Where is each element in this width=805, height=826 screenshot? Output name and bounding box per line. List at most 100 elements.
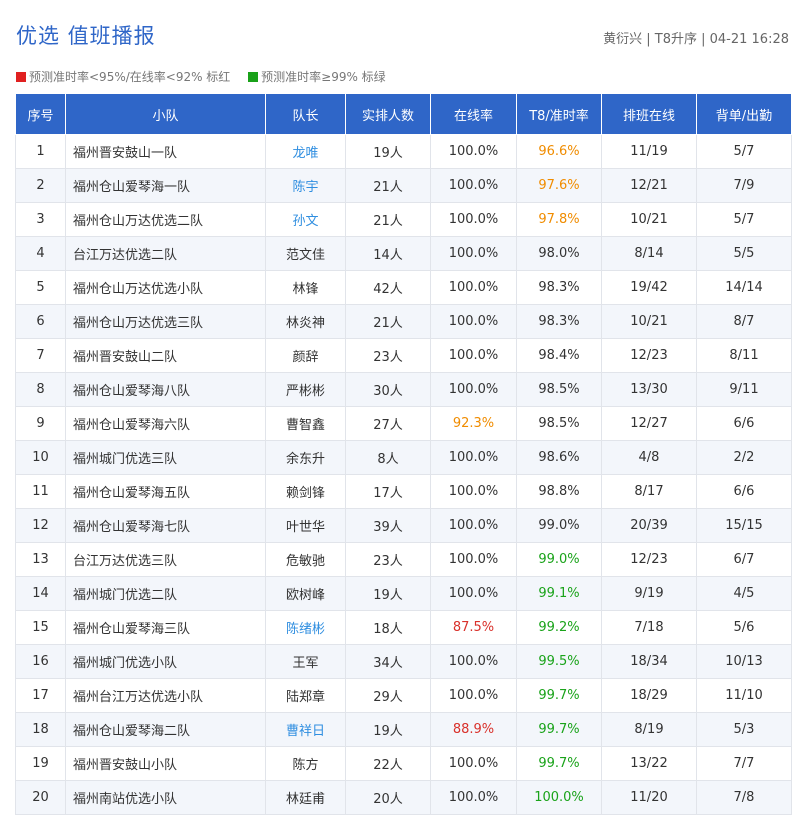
cell-leader: 林廷甫 [265,780,346,815]
cell-t8-rate: 98.4% [516,338,602,373]
cell-online-rate: 100.0% [430,168,517,203]
cell-no: 7 [15,338,66,373]
cell-leader: 林炎神 [265,304,346,339]
cell-leader: 陈方 [265,746,346,781]
cell-schedule-online: 13/22 [601,746,697,781]
table-row: 7 福州晋安鼓山二队 颜辞 23人 100.0% 98.4% 12/23 8/11 [15,338,792,373]
cell-leader: 欧树峰 [265,576,346,611]
cell-back-attendance: 8/7 [696,304,792,339]
cell-back-attendance: 4/5 [696,576,792,611]
cell-staff: 14人 [345,236,431,271]
cell-staff: 22人 [345,746,431,781]
col-header-staff: 实排人数 [345,93,431,135]
cell-leader: 范文佳 [265,236,346,271]
cell-staff: 29人 [345,678,431,713]
cell-team: 福州城门优选小队 [65,644,266,679]
cell-back-attendance: 9/11 [696,372,792,407]
cell-online-rate: 100.0% [430,746,517,781]
legend-red-swatch [16,71,26,82]
cell-schedule-online: 8/19 [601,712,697,747]
cell-team: 福州城门优选三队 [65,440,266,475]
cell-team: 福州仓山爱琴海二队 [65,712,266,747]
cell-t8-rate: 99.1% [516,576,602,611]
cell-team: 福州城门优选二队 [65,576,266,611]
cell-no: 15 [15,610,66,645]
cell-schedule-online: 19/42 [601,270,697,305]
cell-schedule-online: 4/8 [601,440,697,475]
cell-t8-rate: 99.7% [516,746,602,781]
col-header-schedule-online: 排班在线 [601,93,697,135]
cell-no: 3 [15,202,66,237]
cell-back-attendance: 7/9 [696,168,792,203]
col-header-t8-rate: T8/准时率 [516,93,602,135]
cell-schedule-online: 12/23 [601,542,697,577]
cell-online-rate: 100.0% [430,644,517,679]
cell-team: 福州仓山万达优选二队 [65,202,266,237]
cell-back-attendance: 8/11 [696,338,792,373]
cell-staff: 42人 [345,270,431,305]
legend: 预测准时率<95%/在线率<92% 标红 预测准时率≥99% 标绿 [16,68,400,85]
table-row: 18 福州仓山爱琴海二队 曹祥日 19人 88.9% 99.7% 8/19 5/3 [15,712,792,747]
cell-t8-rate: 96.6% [516,134,602,169]
table-row: 3 福州仓山万达优选二队 孙文 21人 100.0% 97.8% 10/21 5/7 [15,202,792,237]
cell-schedule-online: 10/21 [601,304,697,339]
cell-leader[interactable]: 陈宇 [265,168,346,203]
cell-online-rate: 100.0% [430,678,517,713]
cell-staff: 34人 [345,644,431,679]
cell-no: 17 [15,678,66,713]
cell-leader: 赖剑锋 [265,474,346,509]
cell-team: 福州仓山爱琴海三队 [65,610,266,645]
cell-t8-rate: 98.5% [516,406,602,441]
cell-staff: 21人 [345,168,431,203]
cell-online-rate: 87.5% [430,610,517,645]
col-header-online-rate: 在线率 [430,93,517,135]
cell-t8-rate: 98.3% [516,304,602,339]
cell-t8-rate: 99.0% [516,542,602,577]
cell-schedule-online: 8/14 [601,236,697,271]
cell-team: 福州晋安鼓山小队 [65,746,266,781]
cell-online-rate: 88.9% [430,712,517,747]
cell-t8-rate: 98.6% [516,440,602,475]
cell-team: 福州仓山万达优选小队 [65,270,266,305]
cell-leader: 严彬彬 [265,372,346,407]
table-row: 1 福州晋安鼓山一队 龙唯 19人 100.0% 96.6% 11/19 5/7 [15,134,792,169]
cell-leader[interactable]: 龙唯 [265,134,346,169]
cell-schedule-online: 12/23 [601,338,697,373]
table-row: 14 福州城门优选二队 欧树峰 19人 100.0% 99.1% 9/19 4/5 [15,576,792,611]
cell-back-attendance: 5/6 [696,610,792,645]
table-row: 9 福州仓山爱琴海六队 曹智鑫 27人 92.3% 98.5% 12/27 6/6 [15,406,792,441]
cell-team: 福州仓山爱琴海七队 [65,508,266,543]
cell-no: 20 [15,780,66,815]
page-title: 优选 值班播报 [16,24,156,48]
cell-no: 19 [15,746,66,781]
cell-t8-rate: 99.7% [516,678,602,713]
cell-no: 14 [15,576,66,611]
cell-leader: 危敏驰 [265,542,346,577]
cell-t8-rate: 97.8% [516,202,602,237]
cell-t8-rate: 98.8% [516,474,602,509]
table-row: 8 福州仓山爱琴海八队 严彬彬 30人 100.0% 98.5% 13/30 9/11 [15,372,792,407]
cell-schedule-online: 9/19 [601,576,697,611]
table-row: 12 福州仓山爱琴海七队 叶世华 39人 100.0% 99.0% 20/39 15/15 [15,508,792,543]
cell-online-rate: 100.0% [430,474,517,509]
cell-schedule-online: 10/21 [601,202,697,237]
cell-t8-rate: 99.7% [516,712,602,747]
cell-online-rate: 92.3% [430,406,517,441]
cell-leader[interactable]: 曹祥日 [265,712,346,747]
cell-leader[interactable]: 孙文 [265,202,346,237]
cell-team: 福州仓山爱琴海五队 [65,474,266,509]
table-row: 19 福州晋安鼓山小队 陈方 22人 100.0% 99.7% 13/22 7/7 [15,746,792,781]
cell-team: 福州仓山爱琴海八队 [65,372,266,407]
cell-no: 6 [15,304,66,339]
cell-staff: 30人 [345,372,431,407]
col-header-leader: 队长 [265,93,346,135]
cell-leader: 曹智鑫 [265,406,346,441]
cell-t8-rate: 98.0% [516,236,602,271]
cell-leader[interactable]: 陈绪彬 [265,610,346,645]
legend-item-red: 预测准时率<95%/在线率<92% 标红 [16,68,230,85]
cell-staff: 17人 [345,474,431,509]
table-row: 16 福州城门优选小队 王军 34人 100.0% 99.5% 18/34 10/13 [15,644,792,679]
cell-back-attendance: 6/6 [696,406,792,441]
cell-leader: 余东升 [265,440,346,475]
report-meta: 黄衍兴 | T8升序 | 04-21 16:28 [603,32,789,47]
